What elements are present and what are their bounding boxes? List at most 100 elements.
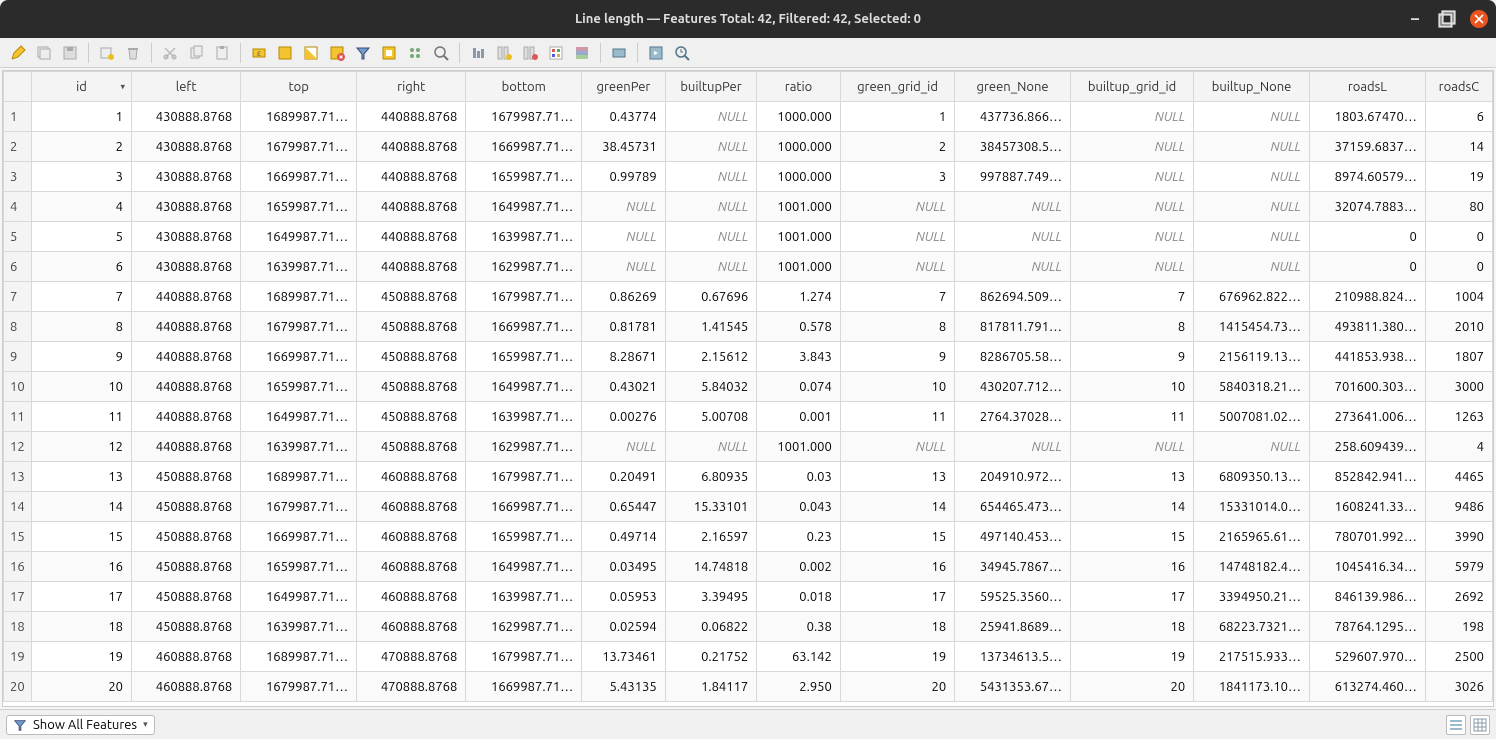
cell-right[interactable]: 450888.8768 (357, 282, 466, 312)
cell-greenPer[interactable]: 0.00276 (582, 402, 666, 432)
cell-green_None[interactable]: NULL (955, 192, 1071, 222)
cell-roadsL[interactable]: 780701.992… (1309, 522, 1425, 552)
cell-green_grid_id[interactable]: 8 (840, 312, 954, 342)
cell-builtup_grid_id[interactable]: 18 (1070, 612, 1193, 642)
cell-right[interactable]: 460888.8768 (357, 462, 466, 492)
cell-top[interactable]: 1679987.71… (241, 492, 357, 522)
cell-top[interactable]: 1639987.71… (241, 252, 357, 282)
cell-left[interactable]: 440888.8768 (132, 372, 241, 402)
cell-right[interactable]: 450888.8768 (357, 372, 466, 402)
delete-selected-icon[interactable] (121, 41, 145, 65)
cell-top[interactable]: 1659987.71… (241, 552, 357, 582)
cell-greenPer[interactable]: 0.65447 (582, 492, 666, 522)
row-number[interactable]: 1 (4, 102, 32, 132)
column-header-green_None[interactable]: green_None (955, 72, 1071, 102)
cell-builtupPer[interactable]: NULL (665, 102, 757, 132)
cell-green_grid_id[interactable]: 19 (840, 642, 954, 672)
cell-roadsL[interactable]: 701600.303… (1309, 372, 1425, 402)
cell-green_None[interactable]: 5431353.67… (955, 672, 1071, 702)
cell-id[interactable]: 5 (32, 222, 132, 252)
cell-roadsC[interactable]: 0 (1425, 222, 1492, 252)
cell-builtup_None[interactable]: 6809350.13… (1194, 462, 1310, 492)
cell-roadsL[interactable]: 32074.7883… (1309, 192, 1425, 222)
column-header-builtupPer[interactable]: builtupPer (665, 72, 757, 102)
cell-roadsL[interactable]: 37159.6837… (1309, 132, 1425, 162)
cell-roadsC[interactable]: 14 (1425, 132, 1492, 162)
table-row[interactable]: 1717450888.87681649987.71…460888.8768163… (4, 582, 1493, 612)
table-row[interactable]: 1616450888.87681659987.71…460888.8768164… (4, 552, 1493, 582)
cell-green_None[interactable]: 34945.7867… (955, 552, 1071, 582)
cell-bottom[interactable]: 1679987.71… (466, 102, 582, 132)
cut-icon[interactable] (158, 41, 182, 65)
cell-green_None[interactable]: NULL (955, 432, 1071, 462)
cell-bottom[interactable]: 1679987.71… (466, 282, 582, 312)
cell-roadsC[interactable]: 3026 (1425, 672, 1492, 702)
cell-left[interactable]: 430888.8768 (132, 222, 241, 252)
cell-builtup_None[interactable]: 676962.822… (1194, 282, 1310, 312)
cell-green_None[interactable]: 997887.749… (955, 162, 1071, 192)
cell-id[interactable]: 1 (32, 102, 132, 132)
cell-green_None[interactable]: 38457308.5… (955, 132, 1071, 162)
cell-builtupPer[interactable]: NULL (665, 132, 757, 162)
cell-greenPer[interactable]: NULL (582, 432, 666, 462)
filter-selection-icon[interactable] (351, 41, 375, 65)
cell-green_grid_id[interactable]: 20 (840, 672, 954, 702)
table-row[interactable]: 88440888.87681679987.71…450888.876816699… (4, 312, 1493, 342)
row-number[interactable]: 18 (4, 612, 32, 642)
cell-green_grid_id[interactable]: 7 (840, 282, 954, 312)
cell-top[interactable]: 1659987.71… (241, 372, 357, 402)
cell-left[interactable]: 440888.8768 (132, 342, 241, 372)
cell-left[interactable]: 450888.8768 (132, 492, 241, 522)
row-number[interactable]: 11 (4, 402, 32, 432)
cell-top[interactable]: 1639987.71… (241, 432, 357, 462)
cell-builtup_None[interactable]: 68223.7321… (1194, 612, 1310, 642)
corner-cell[interactable] (4, 72, 32, 102)
cell-ratio[interactable]: 1001.000 (757, 252, 841, 282)
cell-greenPer[interactable]: 0.03495 (582, 552, 666, 582)
cell-id[interactable]: 20 (32, 672, 132, 702)
maximize-button[interactable] (1438, 10, 1456, 28)
show-all-features-dropdown[interactable]: Show All Features ▾ (6, 715, 155, 735)
column-header-builtup_grid_id[interactable]: builtup_grid_id (1070, 72, 1193, 102)
row-number[interactable]: 3 (4, 162, 32, 192)
cell-bottom[interactable]: 1679987.71… (466, 642, 582, 672)
cell-top[interactable]: 1669987.71… (241, 342, 357, 372)
cell-id[interactable]: 16 (32, 552, 132, 582)
cell-green_grid_id[interactable]: 11 (840, 402, 954, 432)
cell-green_None[interactable]: 430207.712… (955, 372, 1071, 402)
cell-green_grid_id[interactable]: NULL (840, 192, 954, 222)
cell-builtupPer[interactable]: 1.84117 (665, 672, 757, 702)
cell-bottom[interactable]: 1639987.71… (466, 582, 582, 612)
cell-roadsC[interactable]: 4465 (1425, 462, 1492, 492)
cell-left[interactable]: 430888.8768 (132, 132, 241, 162)
minimize-button[interactable]: – (1406, 10, 1424, 28)
cell-greenPer[interactable]: 0.20491 (582, 462, 666, 492)
table-row[interactable]: 66430888.87681639987.71…440888.876816299… (4, 252, 1493, 282)
cell-builtup_None[interactable]: NULL (1194, 102, 1310, 132)
cell-roadsL[interactable]: 846139.986… (1309, 582, 1425, 612)
cell-roadsL[interactable]: 258.609439… (1309, 432, 1425, 462)
cell-bottom[interactable]: 1659987.71… (466, 522, 582, 552)
cell-roadsL[interactable]: 613274.460… (1309, 672, 1425, 702)
cell-builtup_grid_id[interactable]: 10 (1070, 372, 1193, 402)
cell-roadsC[interactable]: 1807 (1425, 342, 1492, 372)
cell-green_grid_id[interactable]: 13 (840, 462, 954, 492)
row-number[interactable]: 2 (4, 132, 32, 162)
cell-ratio[interactable]: 0.578 (757, 312, 841, 342)
table-row[interactable]: 1313450888.87681689987.71…460888.8768167… (4, 462, 1493, 492)
cell-builtupPer[interactable]: 3.39495 (665, 582, 757, 612)
cell-builtup_None[interactable]: 5007081.02… (1194, 402, 1310, 432)
cell-id[interactable]: 17 (32, 582, 132, 612)
cell-greenPer[interactable]: 0.99789 (582, 162, 666, 192)
cell-ratio[interactable]: 0.074 (757, 372, 841, 402)
cell-builtupPer[interactable]: 15.33101 (665, 492, 757, 522)
cell-id[interactable]: 13 (32, 462, 132, 492)
cell-green_None[interactable]: 204910.972… (955, 462, 1071, 492)
move-to-top-icon[interactable] (403, 41, 427, 65)
cell-id[interactable]: 15 (32, 522, 132, 552)
cell-bottom[interactable]: 1629987.71… (466, 432, 582, 462)
cell-builtup_grid_id[interactable]: 13 (1070, 462, 1193, 492)
column-header-bottom[interactable]: bottom (466, 72, 582, 102)
cell-ratio[interactable]: 1000.000 (757, 162, 841, 192)
cell-builtupPer[interactable]: 6.80935 (665, 462, 757, 492)
